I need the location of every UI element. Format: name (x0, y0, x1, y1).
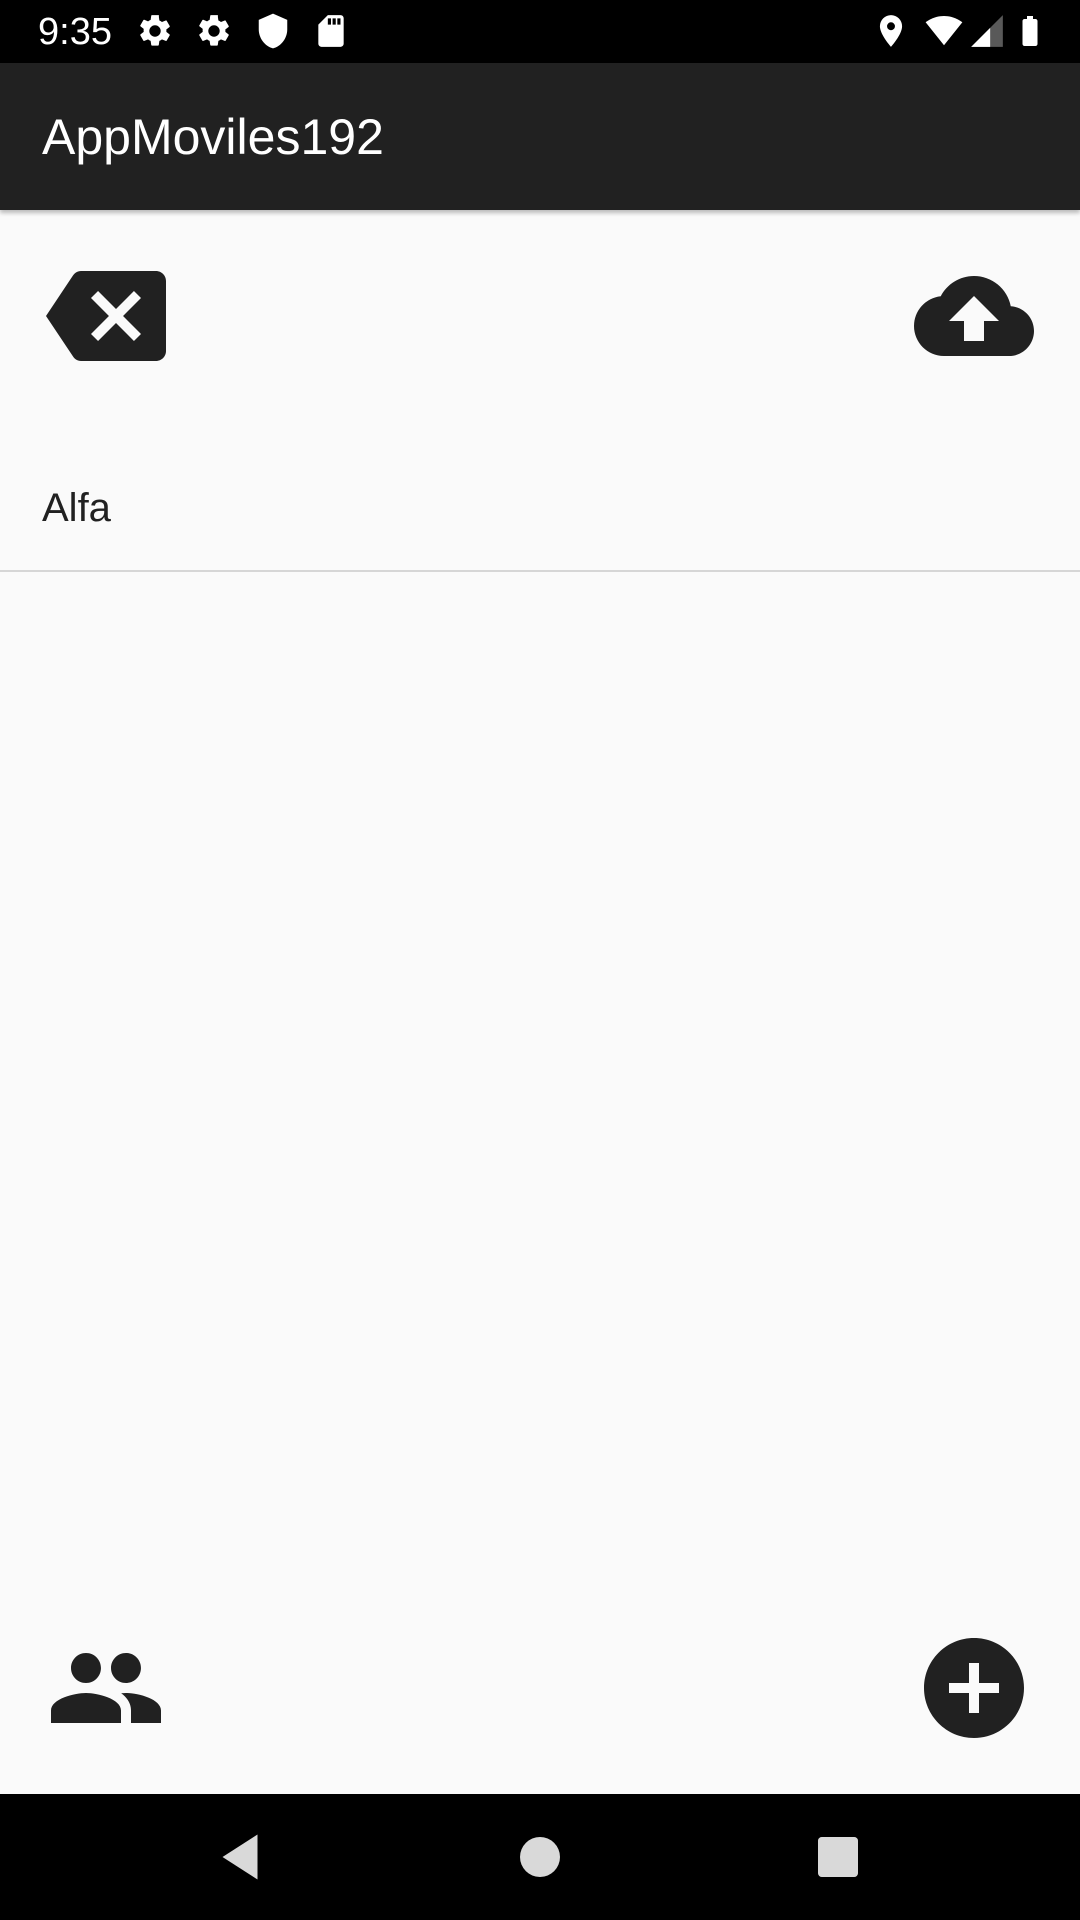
list-item-label: Alfa (42, 486, 111, 530)
add-circle-icon (914, 1628, 1034, 1748)
gear-icon (136, 12, 174, 50)
add-button[interactable] (914, 1628, 1034, 1748)
signal-icon (968, 12, 1006, 50)
recents-square-icon[interactable] (808, 1827, 868, 1887)
status-time: 9:35 (38, 11, 112, 53)
cloud-upload-button[interactable] (914, 256, 1034, 376)
app-title: AppMoviles192 (42, 109, 384, 165)
wifi-icon (922, 12, 966, 50)
app-bar: AppMoviles192 (0, 63, 1080, 210)
backspace-icon (46, 256, 166, 376)
cloud-upload-icon (914, 256, 1034, 376)
location-icon (872, 12, 910, 50)
people-button[interactable] (46, 1628, 166, 1748)
home-circle-icon[interactable] (510, 1827, 570, 1887)
sd-card-icon (312, 12, 350, 50)
battery-icon (1012, 12, 1048, 50)
backspace-button[interactable] (46, 256, 166, 376)
status-bar: 9:35 (0, 0, 1080, 63)
screen: 9:35 AppMoviles192 Alfa (0, 0, 1080, 1920)
shield-icon (254, 12, 292, 50)
back-triangle-icon[interactable] (210, 1827, 270, 1887)
list-item[interactable]: Alfa (0, 448, 1080, 572)
gear-icon (195, 12, 233, 50)
people-icon (46, 1628, 166, 1748)
navigation-bar (0, 1794, 1080, 1920)
